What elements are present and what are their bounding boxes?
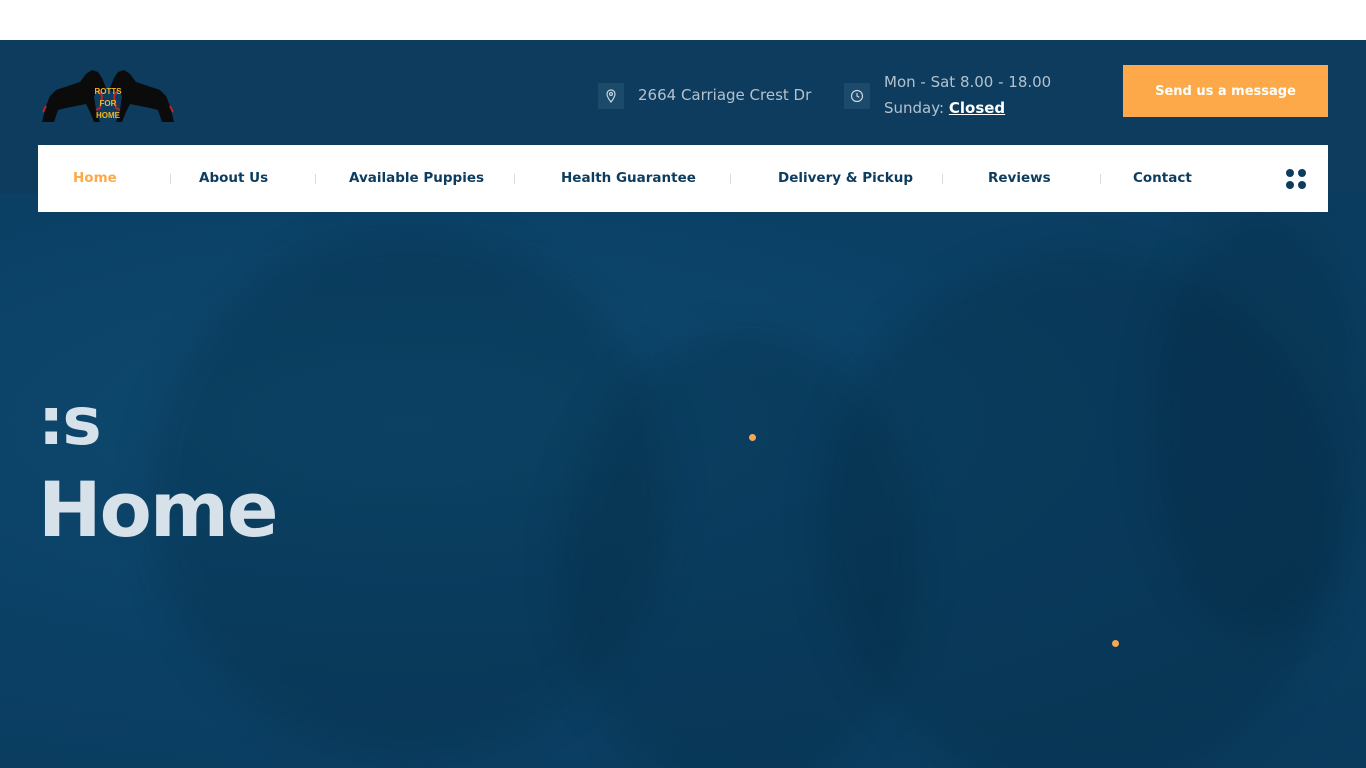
nav-item-reviews[interactable]: Reviews — [988, 145, 1051, 212]
nav-item-health-guarantee[interactable]: Health Guarantee — [561, 145, 696, 212]
main-navigation: Home About Us Available Puppies Health G… — [38, 145, 1328, 212]
clock-icon — [844, 83, 870, 109]
logo-text: ROTTS FOR HOME — [94, 87, 122, 120]
nav-separator — [514, 174, 515, 184]
hero-bg-shape — [1150, 214, 1366, 634]
address-text: 2664 Carriage Crest Dr — [638, 86, 812, 104]
decorative-dot — [1112, 640, 1119, 647]
nav-item-available-puppies[interactable]: Available Puppies — [349, 145, 484, 212]
hero-heading-line-2: Home — [38, 465, 279, 554]
hours-sunday-closed-link[interactable]: Closed — [949, 99, 1005, 117]
nav-separator — [315, 174, 316, 184]
nav-item-contact[interactable]: Contact — [1133, 145, 1192, 212]
hero-section: :s Home — [0, 194, 1366, 768]
hours-weekday-text: Mon - Sat 8.00 - 18.00 — [884, 73, 1052, 91]
hero-heading-line-1: :s — [38, 383, 102, 460]
nav-separator — [942, 174, 943, 184]
nav-separator — [1100, 174, 1101, 184]
map-pin-icon — [598, 83, 624, 109]
decorative-dot — [749, 434, 756, 441]
nav-separator — [170, 174, 171, 184]
hours-sunday-row: Sunday: Closed — [884, 99, 1005, 117]
top-white-strip — [0, 0, 1366, 40]
nav-item-home[interactable]: Home — [73, 145, 117, 212]
hours-sunday-label: Sunday: — [884, 99, 945, 117]
nav-item-about-us[interactable]: About Us — [199, 145, 268, 212]
send-message-button[interactable]: Send us a message — [1123, 65, 1328, 117]
nav-item-delivery-pickup[interactable]: Delivery & Pickup — [778, 145, 913, 212]
site-logo[interactable]: ROTTS FOR HOME — [40, 66, 176, 126]
nav-separator — [730, 174, 731, 184]
grid-menu-icon[interactable] — [1286, 169, 1306, 189]
